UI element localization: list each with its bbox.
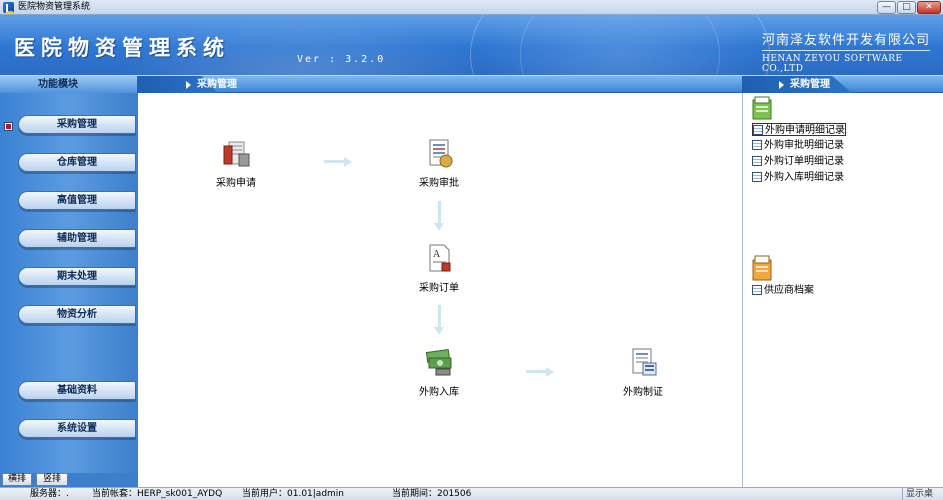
records-folder-icon [752,96,772,120]
record-link-label: 供应商档案 [764,285,814,296]
app-name: 医院物资管理系统 [14,35,230,60]
window-title: 医院物资管理系统 [18,2,91,12]
flow-arrow-right-icon [324,157,352,167]
flow-arrow-down-icon [434,305,444,335]
status-user: 当前用户：01.01|admin [242,489,344,499]
app-version: Ver : 3.2.0 [297,54,386,65]
workflow-node-label: 采购申请 [216,178,256,189]
sidebar-item-label: 基础资料 [57,385,97,396]
vertical-layout-button[interactable]: 竖排 [36,473,68,486]
active-module-marker-icon [4,122,13,131]
right-header-arrow-icon [779,81,784,89]
workflow-canvas: 采购申请 采购审批 A 采购订单 外购入库 外购制证 [138,93,742,487]
workflow-node-purchase-request[interactable]: 采购申请 [191,136,281,189]
document-icon [752,285,762,295]
status-bar: 服务器：. 当前帐套：HERP_sk001_AYDQ 当前用户：01.01|ad… [0,487,943,500]
purchase-request-icon [219,136,253,170]
document-icon [752,140,762,150]
workflow-node-label: 外购制证 [623,387,663,398]
sidebar-item-label: 系统设置 [57,423,97,434]
flow-arrow-down-icon [434,201,444,231]
title-bar: 医院物资管理系统 — □ ✕ [0,0,943,15]
company-name-cn: 河南泽友软件开发有限公司 [762,33,931,48]
sidebar-item-label: 高值管理 [57,195,97,206]
close-button[interactable]: ✕ [917,1,941,14]
app-icon [3,2,14,13]
maximize-button[interactable]: □ [897,1,916,14]
workflow-node-purchase-order[interactable]: A 采购订单 [394,241,484,294]
workflow-node-label: 采购审批 [419,178,459,189]
sidebar-item-basic-data[interactable]: 基础资料 [18,381,136,400]
sidebar-item-period-end[interactable]: 期末处理 [18,267,136,286]
record-link-label: 外购入库明细记录 [764,172,844,183]
sidebar-item-warehouse[interactable]: 仓库管理 [18,153,136,172]
sidebar-item-high-value[interactable]: 高值管理 [18,191,136,210]
workflow-node-inbound[interactable]: 外购入库 [394,345,484,398]
workflow-node-voucher[interactable]: 外购制证 [598,345,688,398]
svg-text:A: A [433,249,441,260]
section-header-strip: 功能模块 采购管理 采购管理 [0,75,943,93]
sidebar-item-purchase[interactable]: 采购管理 [18,115,136,134]
sidebar-item-analysis[interactable]: 物资分析 [18,305,136,324]
company-name-en: HENAN ZEYOU SOFTWARE CO.,LTD [762,54,903,74]
sidebar-item-label: 仓库管理 [57,157,97,168]
document-icon [752,156,762,166]
company-divider [762,50,930,51]
record-link-supplier-archive[interactable]: 供应商档案 [752,284,814,297]
record-link-label: 外购申请明细记录 [765,125,845,136]
purchase-voucher-icon [626,345,660,379]
sidebar-item-label: 物资分析 [57,309,97,320]
document-icon [752,172,762,182]
status-account: 当前帐套：HERP_sk001_AYDQ [92,489,223,499]
show-desktop-button[interactable]: 显示桌面 [902,488,943,500]
sidebar-item-system-settings[interactable]: 系统设置 [18,419,136,438]
sidebar-item-auxiliary[interactable]: 辅助管理 [18,229,136,248]
minimize-button[interactable]: — [877,1,896,14]
workflow-node-label: 采购订单 [419,283,459,294]
flow-arrow-right-icon [526,367,554,377]
status-server: 服务器：. [30,489,69,499]
main-header-title: 采购管理 [197,79,237,90]
supplier-folder-icon [752,255,772,281]
sidebar-item-label: 期末处理 [57,271,97,282]
record-link-inbound-details[interactable]: 外购入库明细记录 [752,171,844,184]
workflow-node-label: 外购入库 [419,387,459,398]
banner-globe-decoration-inner [520,15,720,75]
main-header-arrow-icon [186,81,191,89]
horizontal-layout-button[interactable]: 横排 [2,473,32,486]
status-period: 当前期间：201506 [392,489,472,499]
module-header-title: 功能模块 [38,79,78,90]
sidebar-item-label: 采购管理 [57,119,97,130]
record-link-label: 外购订单明细记录 [764,156,844,167]
sidebar-item-label: 辅助管理 [57,233,97,244]
right-header-title: 采购管理 [790,79,830,90]
document-icon [753,125,763,135]
related-records-panel: 外购申请明细记录 外购审批明细记录 外购订单明细记录 外购入库明细记录 供应商档… [742,93,943,487]
purchase-approval-icon [422,136,456,170]
purchase-order-icon: A [422,241,456,275]
workflow-node-purchase-approval[interactable]: 采购审批 [394,136,484,189]
record-link-label: 外购审批明细记录 [764,140,844,151]
app-banner: 医院物资管理系统 Ver : 3.2.0 河南泽友软件开发有限公司 HENAN … [0,15,943,75]
record-link-request-details[interactable]: 外购申请明细记录 [752,123,846,136]
record-link-approval-details[interactable]: 外购审批明细记录 [752,139,844,152]
purchase-inbound-icon [422,345,456,379]
record-link-order-details[interactable]: 外购订单明细记录 [752,155,844,168]
